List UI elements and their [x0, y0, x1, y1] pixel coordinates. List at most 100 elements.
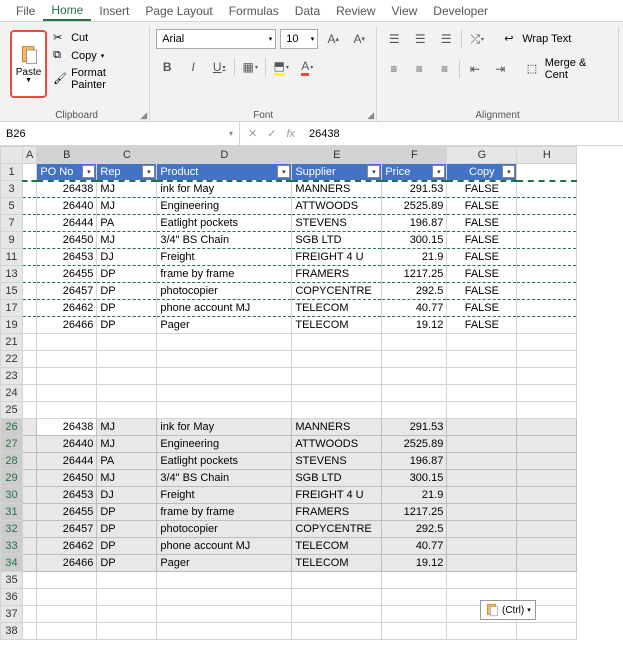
cell[interactable]: STEVENS: [292, 453, 382, 470]
cell[interactable]: [23, 470, 37, 487]
cell[interactable]: photocopier: [157, 283, 292, 300]
cell[interactable]: [382, 385, 447, 402]
table-row[interactable]: 24: [1, 385, 577, 402]
table-row[interactable]: 3426466DPPagerTELECOM19.12: [1, 555, 577, 572]
align-center-button[interactable]: ≡: [409, 58, 430, 80]
bold-button[interactable]: B: [156, 56, 178, 78]
cell[interactable]: [97, 606, 157, 623]
name-box[interactable]: B26▾: [0, 122, 240, 145]
table-row[interactable]: 1726462DPphone account MJTELECOM40.77FAL…: [1, 300, 577, 317]
cell[interactable]: [517, 232, 577, 249]
align-left-button[interactable]: ≡: [383, 58, 404, 80]
cell[interactable]: [517, 623, 577, 640]
colhdr-E[interactable]: E: [292, 147, 382, 164]
cell[interactable]: FREIGHT 4 U: [292, 249, 382, 266]
table-row[interactable]: 1926466DPPagerTELECOM19.12FALSE: [1, 317, 577, 334]
table-row[interactable]: 3126455DPframe by frameFRAMERS1217.25: [1, 504, 577, 521]
cell[interactable]: Engineering: [157, 436, 292, 453]
rowhdr[interactable]: 31: [1, 504, 23, 521]
cell[interactable]: [157, 623, 292, 640]
cell[interactable]: PO No▾: [37, 164, 97, 181]
cell[interactable]: [23, 504, 37, 521]
cell[interactable]: DP: [97, 504, 157, 521]
cell[interactable]: 1217.25: [382, 504, 447, 521]
cell[interactable]: 26455: [37, 266, 97, 283]
cell[interactable]: [23, 164, 37, 181]
cell[interactable]: [37, 402, 97, 419]
cell[interactable]: 40.77: [382, 538, 447, 555]
cell[interactable]: [517, 538, 577, 555]
cell[interactable]: [157, 385, 292, 402]
cell[interactable]: MJ: [97, 198, 157, 215]
cell[interactable]: [37, 572, 97, 589]
table-row[interactable]: 35: [1, 572, 577, 589]
cell[interactable]: [517, 164, 577, 181]
cell[interactable]: [382, 589, 447, 606]
rowhdr[interactable]: 34: [1, 555, 23, 572]
menu-formulas[interactable]: Formulas: [221, 2, 287, 20]
rowhdr[interactable]: 15: [1, 283, 23, 300]
cell[interactable]: [292, 623, 382, 640]
table-row[interactable]: 726444PAEatlight pocketsSTEVENS196.87FAL…: [1, 215, 577, 232]
cell[interactable]: Product▾: [157, 164, 292, 181]
cell[interactable]: 26457: [37, 283, 97, 300]
decrease-font-button[interactable]: A▾: [348, 28, 370, 50]
menu-file[interactable]: File: [8, 2, 43, 20]
cell[interactable]: frame by frame: [157, 504, 292, 521]
cell[interactable]: MANNERS: [292, 419, 382, 436]
rowhdr[interactable]: 33: [1, 538, 23, 555]
cell[interactable]: PA: [97, 215, 157, 232]
cell[interactable]: [292, 402, 382, 419]
cell[interactable]: TELECOM: [292, 300, 382, 317]
cell[interactable]: [157, 572, 292, 589]
cell[interactable]: [382, 572, 447, 589]
cell[interactable]: [292, 368, 382, 385]
cell[interactable]: [23, 572, 37, 589]
cell[interactable]: Pager: [157, 555, 292, 572]
filter-icon[interactable]: ▾: [502, 165, 515, 178]
cell[interactable]: 26462: [37, 538, 97, 555]
cell[interactable]: [23, 368, 37, 385]
cell[interactable]: [517, 198, 577, 215]
cell[interactable]: photocopier: [157, 521, 292, 538]
fill-color-button[interactable]: ⬒▾: [270, 56, 292, 78]
cell[interactable]: [447, 470, 517, 487]
rowhdr[interactable]: 36: [1, 589, 23, 606]
cell[interactable]: 26457: [37, 521, 97, 538]
cell[interactable]: 26438: [37, 419, 97, 436]
table-row[interactable]: 22: [1, 351, 577, 368]
rowhdr[interactable]: 23: [1, 368, 23, 385]
cell[interactable]: 40.77: [382, 300, 447, 317]
cell[interactable]: [447, 504, 517, 521]
cell[interactable]: [447, 487, 517, 504]
cell[interactable]: Rep▾: [97, 164, 157, 181]
cell[interactable]: DP: [97, 555, 157, 572]
cell[interactable]: 26466: [37, 317, 97, 334]
cell[interactable]: 26438: [37, 181, 97, 198]
paste-options-button[interactable]: (Ctrl) ▾: [480, 600, 536, 620]
cell[interactable]: Copy▾: [447, 164, 517, 181]
cell[interactable]: [37, 623, 97, 640]
rowhdr[interactable]: 11: [1, 249, 23, 266]
table-row[interactable]: 3226457DPphotocopierCOPYCENTRE292.5: [1, 521, 577, 538]
cell[interactable]: ink for May: [157, 181, 292, 198]
menu-page-layout[interactable]: Page Layout: [137, 2, 220, 20]
cell[interactable]: [23, 198, 37, 215]
cell[interactable]: [157, 402, 292, 419]
cell[interactable]: 26453: [37, 249, 97, 266]
cell[interactable]: 26444: [37, 453, 97, 470]
cell[interactable]: [447, 368, 517, 385]
table-row[interactable]: 38: [1, 623, 577, 640]
menu-developer[interactable]: Developer: [425, 2, 496, 20]
paste-button[interactable]: Paste ▼: [10, 30, 47, 98]
cell[interactable]: [23, 334, 37, 351]
cell[interactable]: 1217.25: [382, 266, 447, 283]
rowhdr[interactable]: 13: [1, 266, 23, 283]
table-row[interactable]: 3026453DJFreightFREIGHT 4 U21.9: [1, 487, 577, 504]
rowhdr[interactable]: 26: [1, 419, 23, 436]
table-row[interactable]: 25: [1, 402, 577, 419]
cell[interactable]: [37, 351, 97, 368]
cell[interactable]: [517, 436, 577, 453]
cell[interactable]: phone account MJ: [157, 538, 292, 555]
cut-button[interactable]: ✂Cut: [51, 30, 143, 46]
